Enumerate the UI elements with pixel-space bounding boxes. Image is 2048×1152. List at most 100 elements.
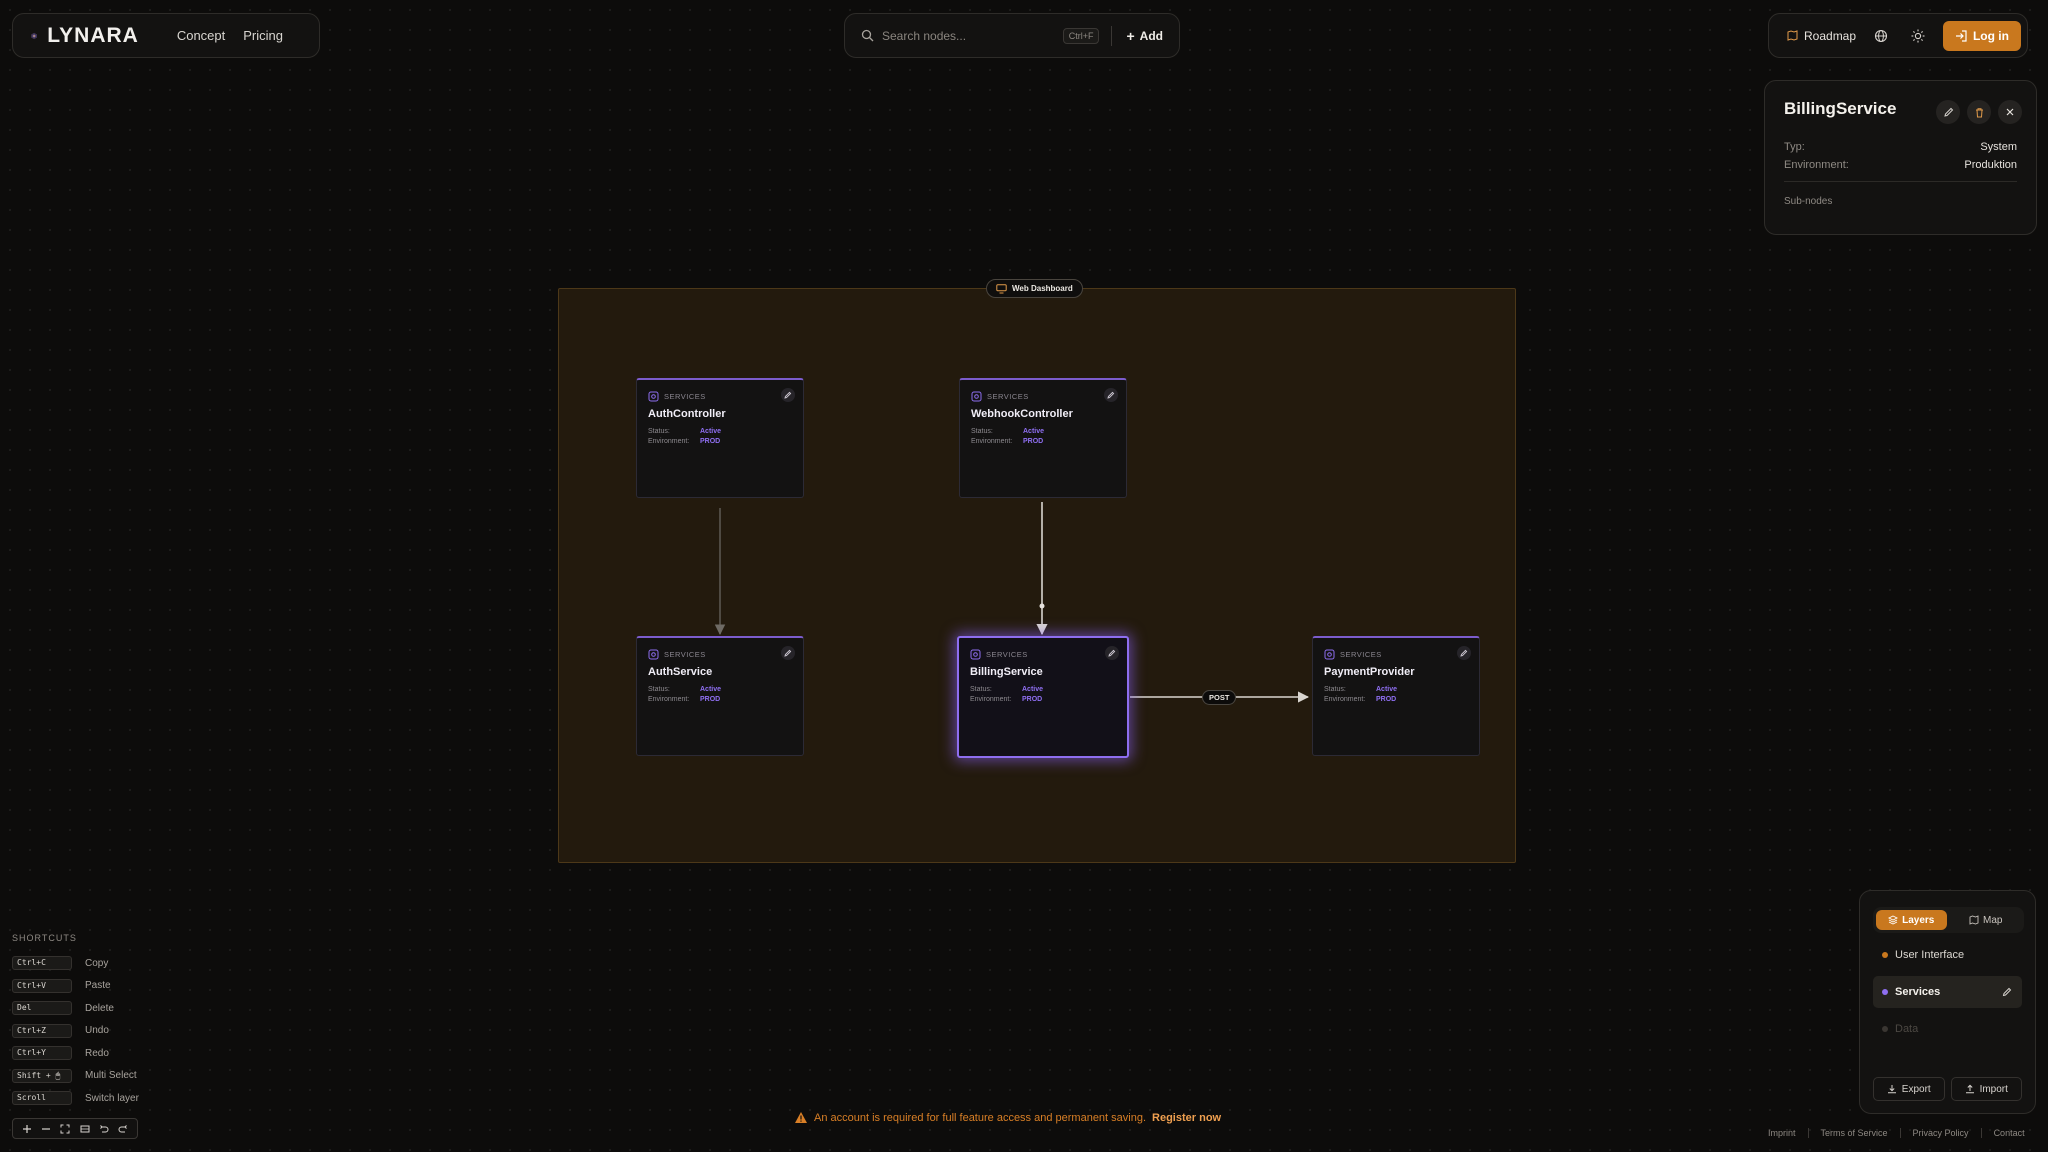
- node-edit-button[interactable]: [1104, 388, 1118, 402]
- node-status-row: Status: Active: [1324, 686, 1468, 693]
- grid-icon: [80, 1125, 90, 1132]
- shortcut-key: Del: [12, 1001, 72, 1016]
- node-type: SERVICES: [986, 650, 1028, 659]
- env-value: PROD: [700, 438, 721, 445]
- status-value: Active: [700, 686, 722, 693]
- node-paymentprovider[interactable]: SERVICES PaymentProvider Status: Active E…: [1312, 636, 1480, 756]
- shortcut-row: Ctrl+Y Redo: [12, 1042, 139, 1065]
- layers-tabs: Layers Map: [1873, 907, 2024, 933]
- shortcut-label: Undo: [85, 1025, 109, 1037]
- services-icon: [648, 649, 659, 660]
- node-header: SERVICES: [648, 649, 792, 660]
- node-type: SERVICES: [664, 650, 706, 659]
- undo-icon: [100, 1124, 109, 1132]
- footer-links: Imprint Terms of Service Privacy Policy …: [1768, 1128, 2025, 1138]
- upload-icon: [1965, 1084, 1974, 1094]
- layer-color-dot: [1882, 989, 1888, 995]
- shortcut-label: Switch layer: [85, 1092, 139, 1104]
- redo-icon: [118, 1124, 128, 1132]
- redo-button[interactable]: [116, 1122, 130, 1136]
- register-link[interactable]: Register now: [1152, 1112, 1221, 1124]
- layer-color-dot: [1882, 952, 1888, 958]
- terms-link[interactable]: Terms of Service: [1821, 1128, 1888, 1138]
- status-key: Status:: [971, 428, 993, 435]
- account-notice: An account is required for full feature …: [794, 1111, 1221, 1124]
- zoom-in-button[interactable]: [20, 1122, 34, 1136]
- warning-icon: [795, 1112, 807, 1123]
- layers-icon: [1888, 915, 1899, 925]
- node-edit-button[interactable]: [781, 388, 795, 402]
- node-status-row: Status: Active: [648, 428, 792, 435]
- shortcut-label: Paste: [85, 980, 111, 992]
- imprint-link[interactable]: Imprint: [1768, 1128, 1796, 1138]
- shortcut-label: Copy: [85, 957, 109, 969]
- env-key: Environment:: [1324, 696, 1366, 703]
- env-value: PROD: [1376, 696, 1397, 703]
- layer-label: Data: [1895, 1023, 1919, 1035]
- shortcut-row: Shift + 🖱 Multi Select: [12, 1065, 139, 1088]
- env-key: Environment:: [648, 696, 690, 703]
- edges-layer: [714, 502, 1310, 703]
- divider: [1899, 1128, 1901, 1138]
- fit-view-button[interactable]: [58, 1122, 72, 1136]
- shortcut-row: Ctrl+V Paste: [12, 975, 139, 998]
- undo-button[interactable]: [97, 1122, 111, 1136]
- node-status-row: Status: Active: [648, 686, 792, 693]
- fullscreen-icon: [60, 1124, 70, 1133]
- layer-label: Services: [1895, 986, 1941, 998]
- node-authservice[interactable]: SERVICES AuthService Status: Active Envir…: [636, 636, 804, 756]
- import-label: Import: [1979, 1083, 2008, 1095]
- node-header: SERVICES: [1324, 649, 1468, 660]
- zoom-out-button[interactable]: [39, 1122, 53, 1136]
- edge-label[interactable]: POST: [1202, 690, 1237, 705]
- layer-item-data[interactable]: Data: [1873, 1013, 2022, 1045]
- divider: [1807, 1128, 1809, 1138]
- layer-color-dot: [1882, 1026, 1888, 1032]
- tab-label: Layers: [1902, 914, 1935, 926]
- minus-icon: [41, 1127, 50, 1130]
- node-env-row: Environment: PROD: [648, 696, 792, 703]
- pencil-icon[interactable]: [2002, 987, 2012, 997]
- download-icon: [1887, 1085, 1896, 1094]
- node-name: PaymentProvider: [1324, 666, 1415, 678]
- status-key: Status:: [648, 428, 670, 435]
- contact-link[interactable]: Contact: [1994, 1128, 2025, 1138]
- shortcuts-panel: SHORTCUTS Ctrl+C Copy Ctrl+V Paste Del Dele…: [12, 933, 139, 1110]
- node-billingservice[interactable]: SERVICES BillingService Status: Active En…: [957, 636, 1129, 758]
- shortcut-key: Ctrl+C: [12, 956, 72, 971]
- node-env-row: Environment: PROD: [648, 438, 792, 445]
- env-value: PROD: [1023, 438, 1044, 445]
- export-label: Export: [1901, 1083, 1931, 1095]
- tab-map[interactable]: Map: [1951, 910, 2022, 930]
- layer-item-user-interface[interactable]: User Interface: [1873, 939, 2022, 971]
- shortcut-key: Shift + 🖱: [12, 1068, 72, 1083]
- status-value: Active: [1023, 428, 1045, 435]
- node-edit-button[interactable]: [781, 646, 795, 660]
- node-authcontroller[interactable]: SERVICES AuthController Status: Active En…: [636, 378, 804, 498]
- node-name: BillingService: [970, 666, 1043, 678]
- layer-actions: Export Import: [1873, 1077, 2022, 1101]
- minimap-toggle-button[interactable]: [78, 1122, 92, 1136]
- layers-panel: Layers Map User Interface Services Data …: [1859, 890, 2036, 1114]
- edge-handle[interactable]: [1039, 603, 1045, 609]
- node-webhookcontroller[interactable]: SERVICES WebhookController Status: Active…: [959, 378, 1127, 498]
- node-type: SERVICES: [987, 392, 1029, 401]
- import-button[interactable]: Import: [1950, 1077, 2022, 1101]
- privacy-link[interactable]: Privacy Policy: [1913, 1128, 1969, 1138]
- node-name: AuthController: [648, 408, 726, 420]
- shortcut-key: Ctrl+Y: [12, 1046, 72, 1061]
- services-icon: [1324, 649, 1335, 660]
- node-edit-button[interactable]: [1105, 646, 1119, 660]
- notice-text: An account is required for full feature …: [814, 1111, 1147, 1124]
- node-name: WebhookController: [971, 408, 1073, 420]
- node-header: SERVICES: [971, 391, 1115, 402]
- export-button[interactable]: Export: [1873, 1077, 1945, 1101]
- tab-layers[interactable]: Layers: [1876, 910, 1947, 930]
- layer-item-services[interactable]: Services: [1873, 976, 2022, 1008]
- status-key: Status:: [970, 686, 992, 693]
- shortcut-label: Redo: [85, 1047, 109, 1059]
- shortcut-row: Ctrl+Z Undo: [12, 1020, 139, 1043]
- node-edit-button[interactable]: [1457, 646, 1471, 660]
- tab-label: Map: [1983, 914, 2003, 926]
- shortcut-key: Scroll: [12, 1091, 72, 1106]
